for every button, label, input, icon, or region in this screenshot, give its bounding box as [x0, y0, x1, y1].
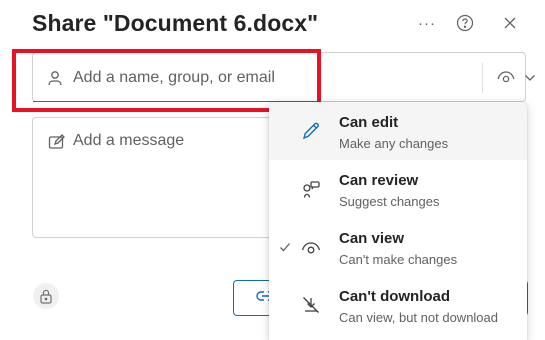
checkmark-icon [279, 240, 291, 252]
menu-item-label: Can edit [339, 114, 399, 131]
lock-icon[interactable] [33, 283, 59, 309]
recipient-field[interactable] [32, 52, 535, 102]
chevron-down-icon [524, 69, 536, 87]
menu-item-label: Can't download [339, 288, 451, 305]
menu-item-description: Can't make changes [339, 252, 458, 267]
menu-item-label: Can review [339, 172, 419, 189]
field-divider [482, 63, 483, 93]
eye-icon [496, 68, 516, 89]
menu-item-cant-download[interactable]: Can't download Can view, but not downloa… [269, 276, 527, 334]
eye-icon [300, 236, 322, 258]
close-icon[interactable] [497, 10, 523, 36]
help-icon[interactable] [452, 10, 478, 36]
menu-item-description: Make any changes [339, 136, 449, 151]
more-options-icon[interactable]: ··· [414, 10, 440, 36]
permission-menu: Can edit Make any changes Can review Sug… [269, 102, 527, 340]
permission-dropdown-button[interactable] [496, 66, 545, 90]
menu-item-can-edit[interactable]: Can edit Make any changes [269, 102, 527, 160]
menu-item-description: Can view, but not download [339, 310, 498, 325]
no-download-icon [300, 294, 322, 316]
edit-note-icon [48, 133, 66, 151]
message-input[interactable] [73, 129, 273, 153]
review-icon [300, 178, 322, 200]
menu-item-can-review[interactable]: Can review Suggest changes [269, 160, 527, 218]
person-icon [46, 69, 64, 87]
menu-item-description: Suggest changes [339, 194, 440, 209]
recipient-input[interactable] [73, 66, 323, 90]
menu-item-can-view[interactable]: Can view Can't make changes [269, 218, 527, 276]
menu-item-label: Can view [339, 230, 405, 247]
dialog-title: Share "Document 6.docx" [32, 10, 319, 36]
pencil-icon [300, 120, 322, 142]
